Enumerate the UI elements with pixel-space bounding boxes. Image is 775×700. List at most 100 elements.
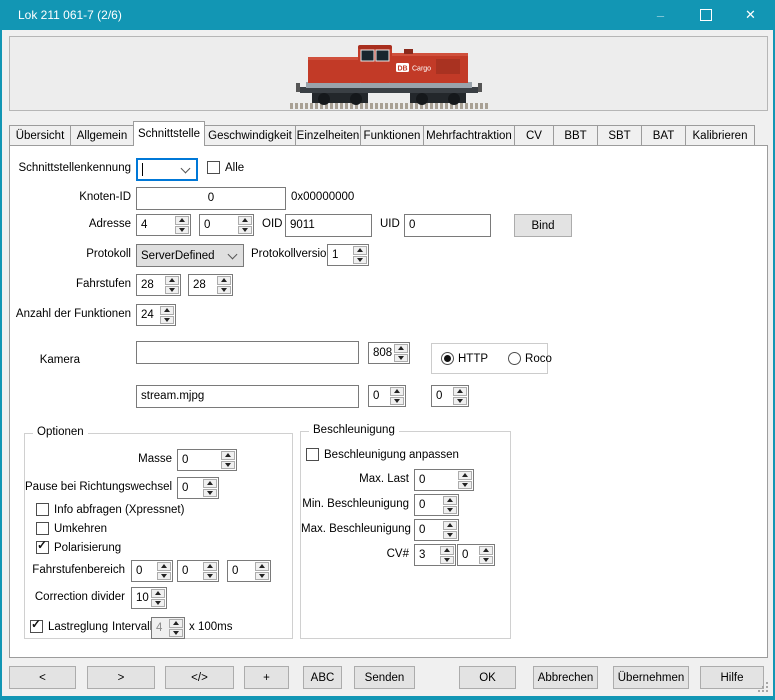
tab-mehrfachtraktion[interactable]: Mehrfachtraktion — [423, 125, 515, 146]
spinner-value[interactable]: 0 — [178, 478, 202, 498]
maximize-button[interactable] — [683, 0, 728, 30]
spin-down-icon[interactable] — [175, 226, 189, 235]
spinner-value[interactable]: 10 — [132, 588, 150, 608]
fahrstufen-spinner-2[interactable]: 28 — [188, 274, 233, 296]
spin-down-icon[interactable] — [479, 556, 493, 565]
uebernehmen-button[interactable]: Übernehmen — [613, 666, 689, 689]
spinner-value[interactable]: 8081 — [369, 343, 393, 363]
alle-checkbox[interactable] — [207, 161, 220, 174]
tab-uebersicht[interactable]: Übersicht — [9, 125, 71, 146]
info-abfragen-checkbox[interactable] — [36, 503, 49, 516]
abbrechen-button[interactable]: Abbrechen — [533, 666, 598, 689]
prev-button[interactable]: < — [9, 666, 76, 689]
spin-down-icon[interactable] — [165, 286, 179, 295]
kamera-stream-field[interactable]: stream.mjpg — [136, 385, 359, 408]
tab-allgemein[interactable]: Allgemein — [70, 125, 134, 146]
spinner-value[interactable]: 3 — [415, 545, 439, 565]
code-button[interactable]: </> — [165, 666, 234, 689]
oid-field[interactable]: 9011 — [285, 214, 372, 237]
spinner-value[interactable]: 0 — [458, 545, 478, 565]
spinner-value[interactable]: 28 — [137, 275, 164, 295]
spin-up-icon[interactable] — [443, 521, 457, 530]
spin-down-icon[interactable] — [458, 481, 472, 490]
tab-kalibrieren[interactable]: Kalibrieren — [685, 125, 755, 146]
adresse-spinner-1[interactable]: 4 — [136, 214, 191, 236]
max-last-spinner[interactable]: 0 — [414, 469, 474, 491]
spin-up-icon[interactable] — [175, 216, 189, 225]
spinner-value[interactable]: 0 — [178, 450, 220, 470]
tab-einzelheiten[interactable]: Einzelheiten — [295, 125, 361, 146]
spinner-value[interactable]: 0 — [415, 470, 457, 490]
spinner-value[interactable]: 28 — [189, 275, 216, 295]
tab-geschwindigkeit[interactable]: Geschwindigkeit — [204, 125, 296, 146]
knoten-id-field[interactable]: 0 — [136, 187, 286, 210]
lastreglung-checkbox[interactable]: ✓ — [30, 620, 43, 633]
spin-up-icon[interactable] — [479, 546, 493, 555]
spin-up-icon[interactable] — [440, 546, 454, 555]
spinner-value[interactable]: 0 — [415, 495, 442, 515]
spinner-value[interactable]: 4 — [137, 215, 174, 235]
spin-down-icon[interactable] — [255, 572, 269, 581]
spin-up-icon[interactable] — [203, 479, 217, 488]
anzahl-funktionen-spinner[interactable]: 24 — [136, 304, 176, 326]
kamera-port-spinner[interactable]: 8081 — [368, 342, 410, 364]
fahrstufenbereich-spinner-1[interactable]: 0 — [131, 560, 173, 582]
next-button[interactable]: > — [87, 666, 155, 689]
fahrstufenbereich-spinner-2[interactable]: 0 — [177, 560, 219, 582]
protokollversion-spinner[interactable]: 1 — [327, 244, 369, 266]
spin-down-icon[interactable] — [443, 506, 457, 515]
spinner-value[interactable]: 0 — [369, 386, 389, 406]
spin-down-icon[interactable] — [151, 599, 165, 608]
http-radio[interactable] — [441, 352, 454, 365]
kamera-url-field[interactable] — [136, 341, 359, 364]
adresse-spinner-2[interactable]: 0 — [199, 214, 254, 236]
spin-down-icon[interactable] — [203, 489, 217, 498]
tab-funktionen[interactable]: Funktionen — [360, 125, 424, 146]
kamera-pos2-spinner[interactable]: 0 — [431, 385, 469, 407]
ok-button[interactable]: OK — [459, 666, 516, 689]
spin-up-icon[interactable] — [443, 496, 457, 505]
spin-up-icon[interactable] — [353, 246, 367, 255]
spin-down-icon[interactable] — [157, 572, 171, 581]
pause-spinner[interactable]: 0 — [177, 477, 219, 499]
beschleunigung-anpassen-checkbox[interactable] — [306, 448, 319, 461]
masse-spinner[interactable]: 0 — [177, 449, 237, 471]
spinner-value[interactable]: 0 — [200, 215, 237, 235]
chevron-down-icon[interactable] — [228, 249, 238, 259]
tab-bbt[interactable]: BBT — [553, 125, 598, 146]
hilfe-button[interactable]: Hilfe — [700, 666, 764, 689]
senden-button[interactable]: Senden — [354, 666, 415, 689]
spin-up-icon[interactable] — [458, 471, 472, 480]
cv-spinner-2[interactable]: 0 — [457, 544, 495, 566]
spinner-value[interactable]: 0 — [228, 561, 254, 581]
spin-down-icon[interactable] — [203, 572, 217, 581]
spin-down-icon[interactable] — [390, 397, 404, 406]
spinner-value[interactable]: 0 — [415, 520, 442, 540]
cv-spinner-1[interactable]: 3 — [414, 544, 456, 566]
spin-up-icon[interactable] — [151, 589, 165, 598]
spin-up-icon[interactable] — [203, 562, 217, 571]
spin-up-icon[interactable] — [394, 344, 408, 353]
min-beschleunigung-spinner[interactable]: 0 — [414, 494, 459, 516]
max-beschleunigung-spinner[interactable]: 0 — [414, 519, 459, 541]
polarisierung-checkbox[interactable]: ✓ — [36, 541, 49, 554]
spin-up-icon[interactable] — [217, 276, 231, 285]
intervall-spinner[interactable]: 4 — [151, 617, 185, 639]
spin-up-icon[interactable] — [255, 562, 269, 571]
fahrstufenbereich-spinner-3[interactable]: 0 — [227, 560, 271, 582]
umkehren-checkbox[interactable] — [36, 522, 49, 535]
fahrstufen-spinner-1[interactable]: 28 — [136, 274, 181, 296]
uid-field[interactable]: 0 — [404, 214, 491, 237]
tab-sbt[interactable]: SBT — [597, 125, 642, 146]
spinner-value[interactable]: 0 — [132, 561, 156, 581]
spin-up-icon[interactable] — [157, 562, 171, 571]
spinner-value[interactable]: 0 — [432, 386, 452, 406]
tab-schnittstelle[interactable]: Schnittstelle — [133, 121, 205, 146]
spin-up-icon[interactable] — [238, 216, 252, 225]
spin-down-icon[interactable] — [160, 316, 174, 325]
close-button[interactable]: ✕ — [728, 0, 773, 30]
spin-down-icon[interactable] — [217, 286, 231, 295]
spin-down-icon[interactable] — [440, 556, 454, 565]
abc-button[interactable]: ABC — [303, 666, 342, 689]
correction-divider-spinner[interactable]: 10 — [131, 587, 167, 609]
